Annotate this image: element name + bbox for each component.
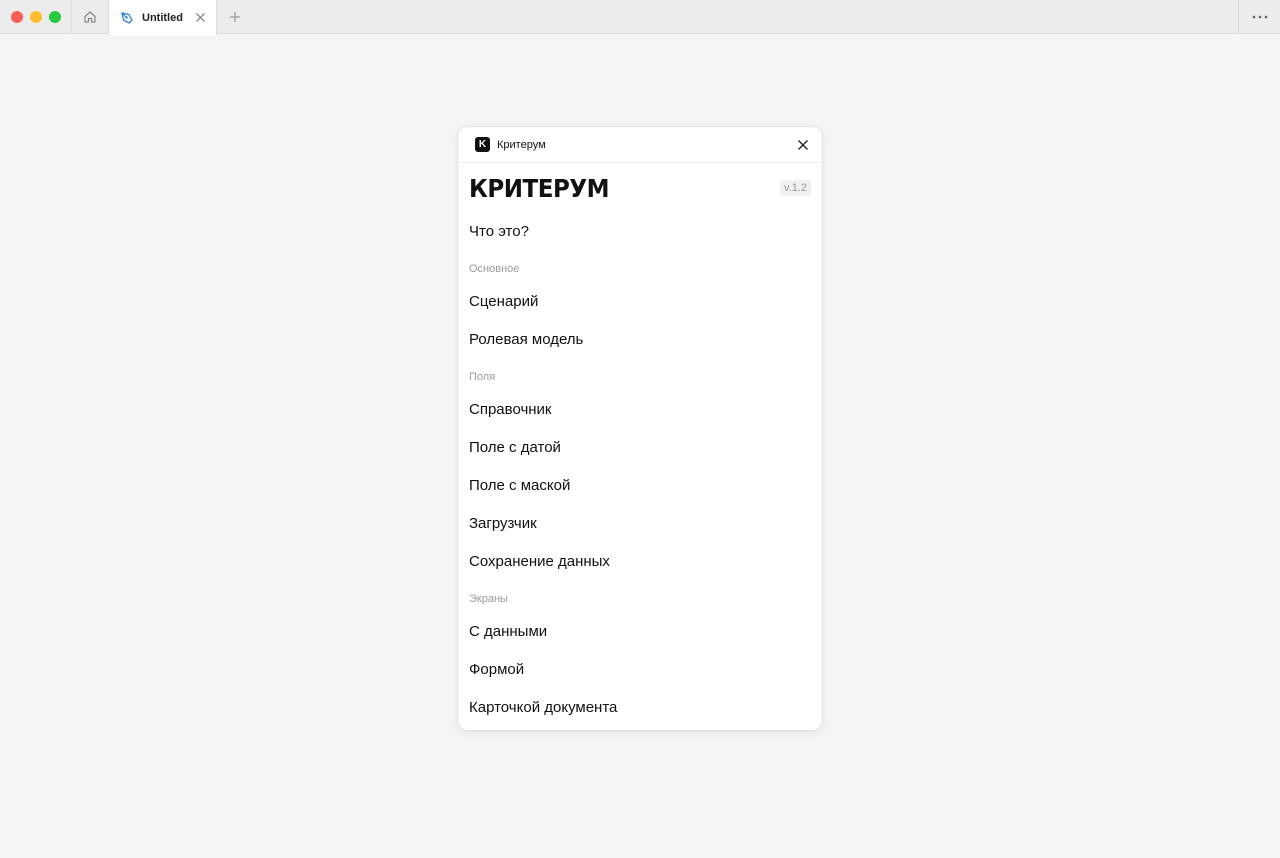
- pen-nib-icon: [120, 11, 134, 25]
- tab-untitled[interactable]: Untitled: [109, 0, 217, 35]
- more-menu-button[interactable]: [1238, 0, 1280, 33]
- panel-header: K Критерум: [458, 127, 822, 163]
- window-controls: [0, 0, 72, 33]
- section-title-main: Основное: [469, 263, 520, 275]
- menu-item-mask-field[interactable]: Поле с маской: [469, 467, 811, 505]
- maximize-window-button[interactable]: [49, 10, 61, 23]
- app-logo-icon: K: [475, 137, 490, 152]
- home-button[interactable]: [72, 0, 109, 33]
- brand-row: КРИТЕРУМ v.1.2: [458, 163, 822, 213]
- tab-title: Untitled: [142, 11, 183, 24]
- tab-bar: Untitled: [0, 0, 1280, 35]
- menu-item-role-model[interactable]: Ролевая модель: [469, 321, 811, 359]
- close-window-button[interactable]: [11, 10, 23, 23]
- tab-close-icon[interactable]: [194, 12, 206, 24]
- version-badge: v.1.2: [779, 180, 811, 196]
- new-tab-button[interactable]: [217, 0, 253, 33]
- plugin-panel: K Критерум КРИТЕРУМ v.1.2 Что это? Основ…: [458, 127, 822, 730]
- plus-icon: [230, 11, 240, 22]
- section-title-screens: Экраны: [469, 593, 508, 605]
- menu-item-scenario[interactable]: Сценарий: [469, 283, 811, 321]
- menu-item-data-saving[interactable]: Сохранение данных: [469, 543, 811, 581]
- menu-item-directory[interactable]: Справочник: [469, 391, 811, 429]
- menu: Что это? Основное Сценарий Ролевая модел…: [458, 213, 822, 727]
- browser-window: Untitled K Критерум КРИТЕРУМ v.1.2 Что э…: [0, 0, 1280, 858]
- tab-bar-spacer: [253, 0, 1238, 33]
- home-icon: [84, 10, 96, 23]
- close-panel-button[interactable]: [795, 137, 811, 153]
- more-dots-icon: [1252, 15, 1267, 18]
- menu-item-date-field[interactable]: Поле с датой: [469, 429, 811, 467]
- menu-item-uploader[interactable]: Загрузчик: [469, 505, 811, 543]
- close-icon: [798, 139, 808, 150]
- panel-title: Критерум: [497, 138, 546, 151]
- menu-item-document-card[interactable]: Карточкой документа: [469, 689, 811, 727]
- menu-item-with-data[interactable]: С данными: [469, 613, 811, 651]
- menu-item-form[interactable]: Формой: [469, 651, 811, 689]
- minimize-window-button[interactable]: [30, 10, 42, 23]
- section-title-fields: Поля: [469, 371, 496, 383]
- brand-logo: КРИТЕРУМ: [469, 173, 610, 203]
- menu-item-what-is-this[interactable]: Что это?: [469, 213, 811, 251]
